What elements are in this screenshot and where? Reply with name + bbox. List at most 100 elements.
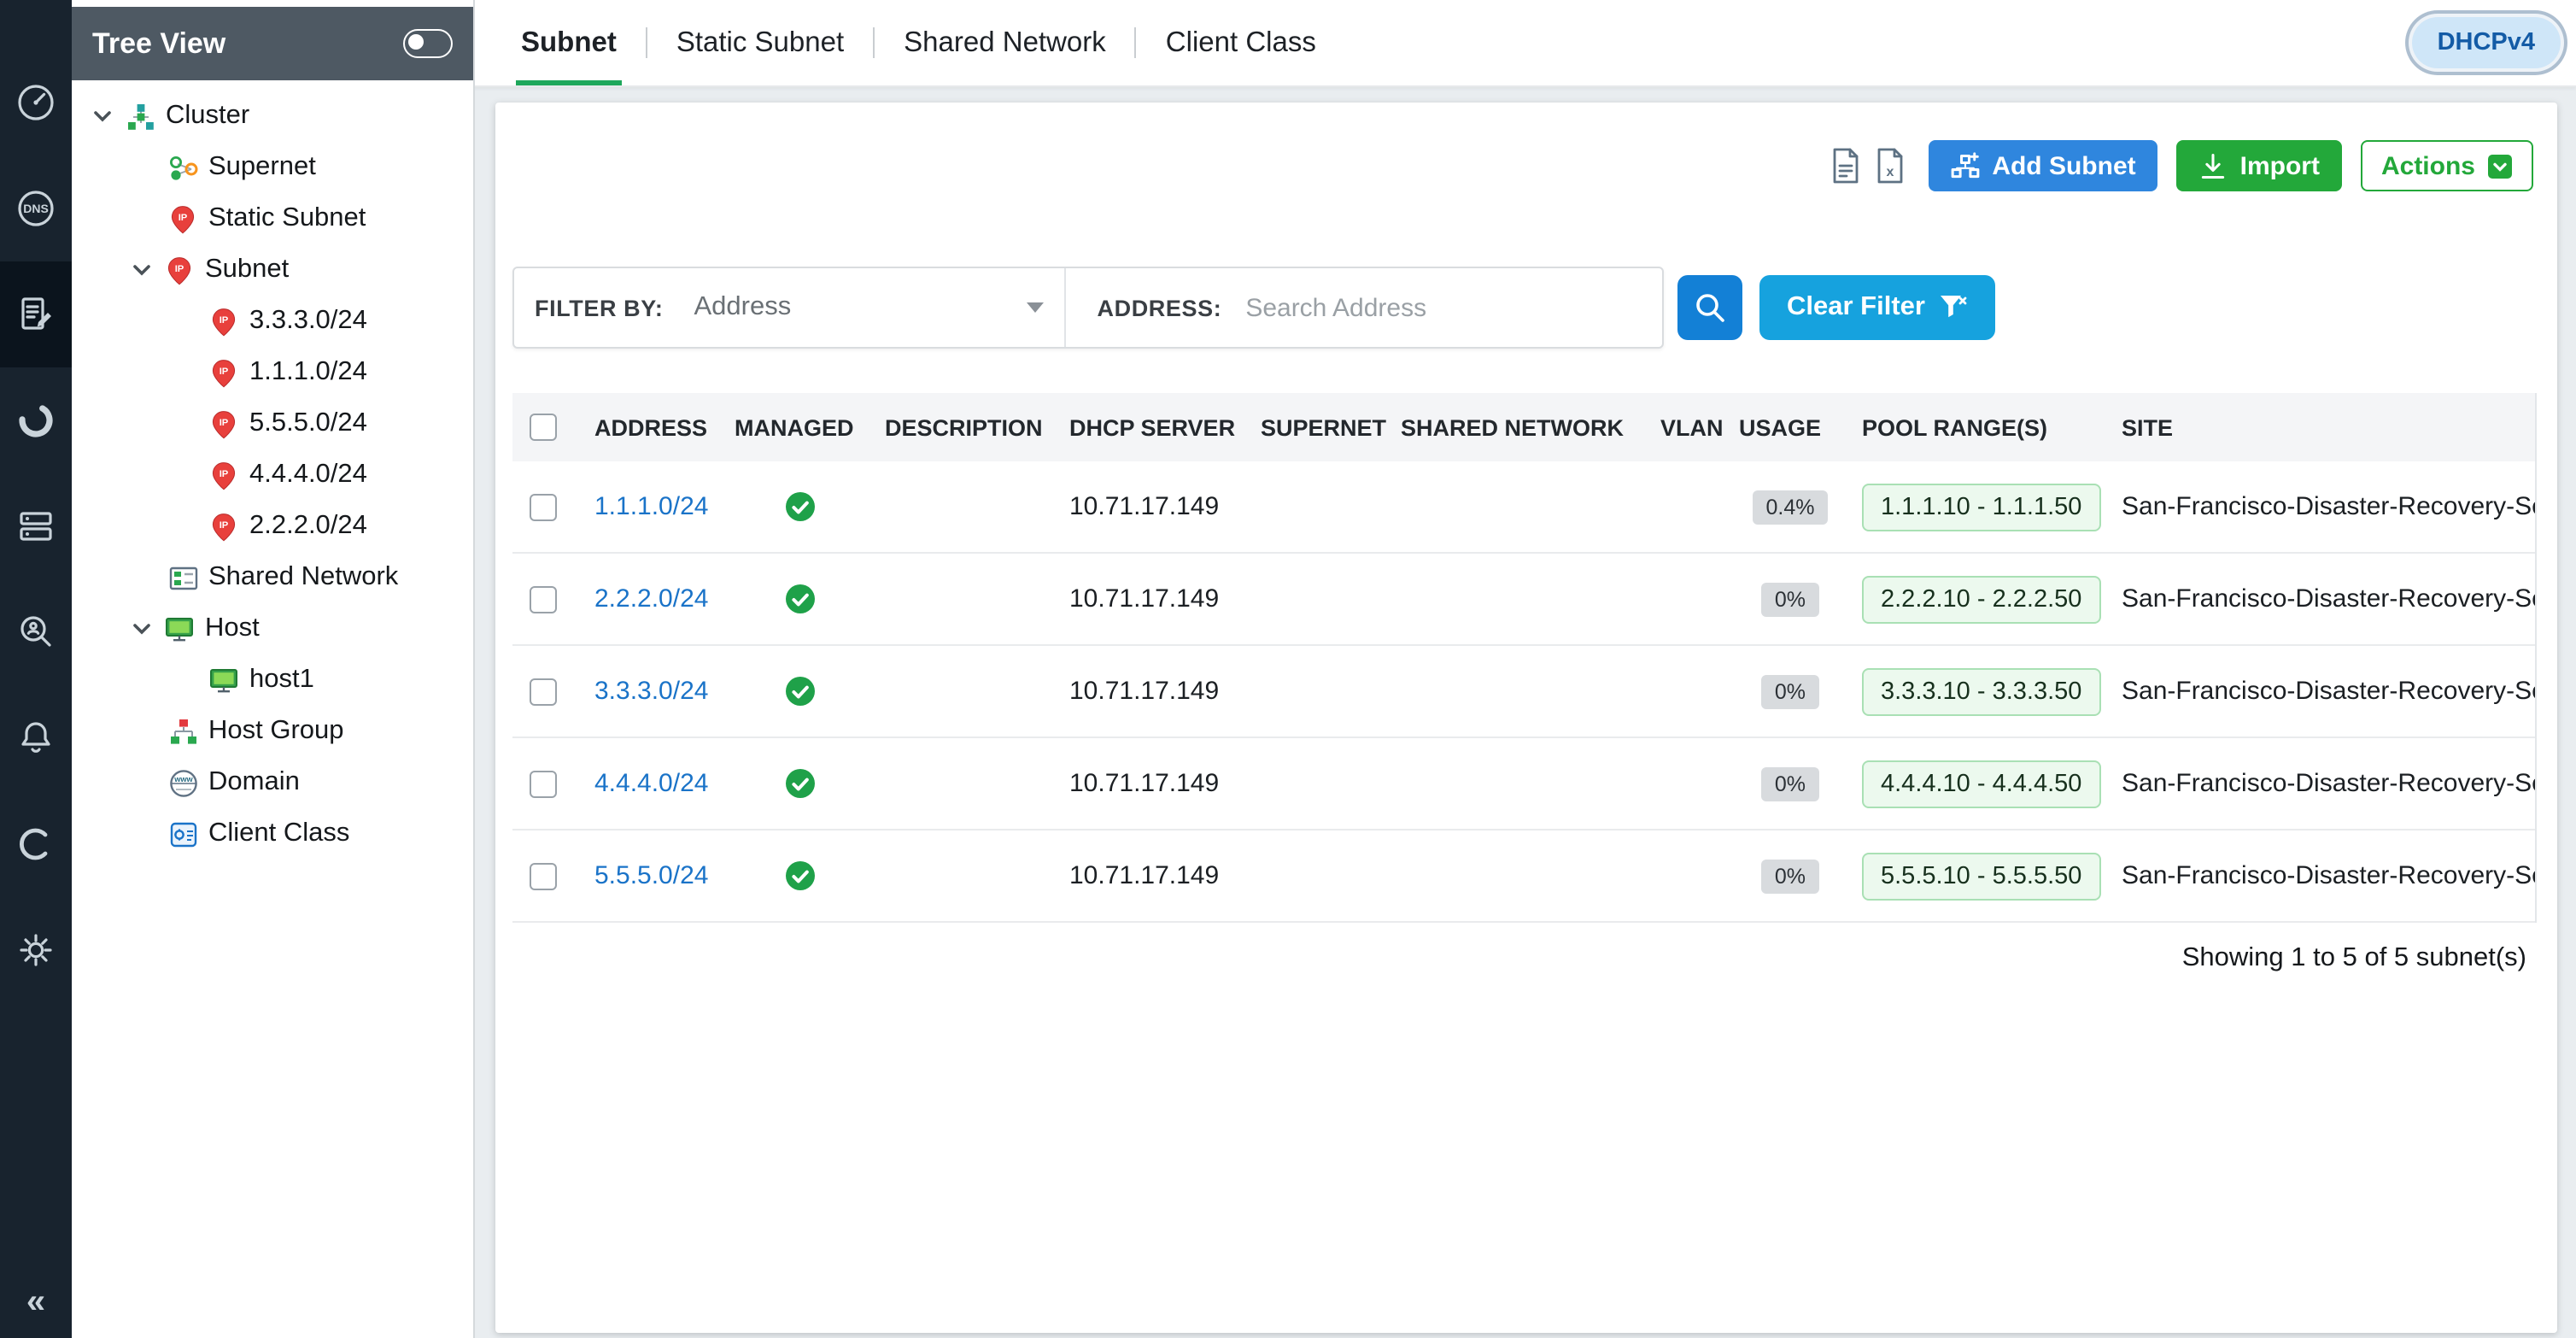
svg-text:IP: IP bbox=[220, 468, 229, 478]
column-header-managed: MANAGED bbox=[724, 414, 875, 440]
tree-item-label: 4.4.4.0/24 bbox=[249, 460, 367, 490]
tree-item-subnet-5555[interactable]: IP 5.5.5.0/24 bbox=[72, 398, 473, 449]
tree-item-label: host1 bbox=[249, 665, 314, 695]
clear-filter-button[interactable]: Clear Filter bbox=[1759, 275, 1995, 340]
column-header-address: ADDRESS bbox=[584, 414, 724, 440]
audit-search-icon[interactable] bbox=[0, 579, 72, 685]
chevron-down-icon[interactable] bbox=[128, 256, 155, 284]
reports-donut-icon[interactable] bbox=[0, 367, 72, 473]
crescent-c-icon[interactable] bbox=[0, 791, 72, 897]
dhcp-server-cell: 10.71.17.149 bbox=[1059, 584, 1250, 613]
dhcp-version-badge[interactable]: DHCPv4 bbox=[2412, 17, 2561, 68]
tree-item-label: Subnet bbox=[205, 255, 289, 285]
tab-subnet[interactable]: Subnet bbox=[499, 0, 639, 85]
subnet-address-link[interactable]: 2.2.2.0/24 bbox=[594, 584, 708, 613]
chevron-down-icon[interactable] bbox=[89, 103, 116, 130]
tree-item-label: 5.5.5.0/24 bbox=[249, 408, 367, 439]
tree-item-label: Supernet bbox=[208, 152, 316, 183]
settings-gear-icon[interactable] bbox=[0, 897, 72, 1003]
subnet-address-link[interactable]: 3.3.3.0/24 bbox=[594, 677, 708, 706]
actions-dropdown-button[interactable]: Actions bbox=[2361, 140, 2533, 191]
subnet-address-link[interactable]: 4.4.4.0/24 bbox=[594, 769, 708, 798]
tree-item-label: 1.1.1.0/24 bbox=[249, 357, 367, 388]
subnet-plus-icon bbox=[1951, 151, 1980, 180]
collapse-sidebar-icon[interactable]: « bbox=[0, 1273, 72, 1331]
tree-item-label: Domain bbox=[208, 767, 300, 798]
card-toolbar: x Add Subnet Import Actions bbox=[1830, 140, 2533, 191]
tab-static-subnet[interactable]: Static Subnet bbox=[654, 0, 866, 85]
column-header-supernet: SUPERNET bbox=[1250, 414, 1390, 440]
tree-item-label: Cluster bbox=[166, 101, 249, 132]
host-group-icon bbox=[167, 716, 198, 747]
row-checkbox[interactable] bbox=[530, 770, 557, 797]
ip-pin-icon: IP bbox=[208, 306, 239, 337]
excel-export-icon[interactable]: x bbox=[1874, 147, 1906, 185]
ip-pin-icon: IP bbox=[208, 408, 239, 439]
table-row: 1.1.1.0/24 10.71.17.149 0.4% 1.1.1.10 - … bbox=[512, 461, 2535, 554]
tree-item-cluster[interactable]: Cluster bbox=[72, 91, 473, 142]
host-monitor-icon bbox=[164, 613, 195, 644]
tree-item-subnet-3333[interactable]: IP 3.3.3.0/24 bbox=[72, 296, 473, 347]
filter-by-select[interactable]: Address bbox=[694, 268, 1067, 347]
subnet-table: ADDRESS MANAGED DESCRIPTION DHCP SERVER … bbox=[512, 393, 2537, 923]
tab-separator bbox=[873, 27, 875, 58]
svg-text:www: www bbox=[173, 774, 192, 783]
site-cell: San-Francisco-Disaster-Recovery-Second bbox=[2111, 492, 2535, 521]
tree-item-host1[interactable]: host1 bbox=[72, 654, 473, 706]
tree-item-domain[interactable]: www Domain bbox=[72, 757, 473, 808]
search-button[interactable] bbox=[1677, 275, 1742, 340]
server-stack-icon[interactable] bbox=[0, 473, 72, 579]
column-header-dhcp-server: DHCP SERVER bbox=[1059, 414, 1250, 440]
chevron-down-icon bbox=[1027, 302, 1045, 313]
dhcp-server-cell: 10.71.17.149 bbox=[1059, 861, 1250, 890]
subnet-address-link[interactable]: 1.1.1.0/24 bbox=[594, 492, 708, 521]
tree-panel: Tree View Cluster Supernet IP Static Sub… bbox=[72, 0, 475, 1338]
subnet-address-link[interactable]: 5.5.5.0/24 bbox=[594, 861, 708, 890]
tab-client-class[interactable]: Client Class bbox=[1144, 0, 1338, 85]
tree-item-host[interactable]: Host bbox=[72, 603, 473, 654]
tree-item-subnet-1111[interactable]: IP 1.1.1.0/24 bbox=[72, 347, 473, 398]
dashboard-icon[interactable] bbox=[0, 50, 72, 156]
tree-panel-header: Tree View bbox=[72, 7, 473, 80]
top-tab-bar: Subnet Static Subnet Shared Network Clie… bbox=[473, 0, 2576, 87]
row-checkbox[interactable] bbox=[530, 585, 557, 613]
table-row: 2.2.2.0/24 10.71.17.149 0% 2.2.2.10 - 2.… bbox=[512, 554, 2535, 646]
row-checkbox[interactable] bbox=[530, 493, 557, 520]
svg-text:IP: IP bbox=[179, 212, 188, 222]
tree-panel-title: Tree View bbox=[92, 26, 225, 61]
tree-item-client-class[interactable]: Client Class bbox=[72, 808, 473, 860]
tree-item-subnet[interactable]: IP Subnet bbox=[72, 244, 473, 296]
managed-check-icon bbox=[785, 769, 814, 798]
tree-view-toggle[interactable] bbox=[403, 29, 453, 58]
usage-badge: 0% bbox=[1761, 766, 1819, 801]
chevron-down-icon[interactable] bbox=[128, 615, 155, 643]
www-globe-icon: www bbox=[167, 767, 198, 798]
select-all-checkbox[interactable] bbox=[530, 414, 557, 441]
import-button[interactable]: Import bbox=[2177, 140, 2342, 191]
tree-item-static-subnet[interactable]: IP Static Subnet bbox=[72, 193, 473, 244]
tree-item-label: Shared Network bbox=[208, 562, 398, 593]
usage-badge: 0.4% bbox=[1753, 490, 1829, 524]
tree-item-label: Static Subnet bbox=[208, 203, 366, 234]
tree-item-subnet-4444[interactable]: IP 4.4.4.0/24 bbox=[72, 449, 473, 501]
ipam-document-pencil-icon[interactable] bbox=[0, 261, 72, 367]
pool-range-badge: 3.3.3.10 - 3.3.3.50 bbox=[1862, 667, 2100, 715]
row-checkbox[interactable] bbox=[530, 862, 557, 889]
app-root: DNS « bbox=[0, 0, 2576, 1338]
add-subnet-button[interactable]: Add Subnet bbox=[1929, 140, 2157, 191]
pdf-export-icon[interactable] bbox=[1830, 147, 1862, 185]
table-row: 4.4.4.0/24 10.71.17.149 0% 4.4.4.10 - 4.… bbox=[512, 738, 2535, 830]
cluster-icon bbox=[125, 101, 155, 132]
tree-item-host-group[interactable]: Host Group bbox=[72, 706, 473, 757]
tree-item-subnet-2222[interactable]: IP 2.2.2.0/24 bbox=[72, 501, 473, 552]
tree-item-supernet[interactable]: Supernet bbox=[72, 142, 473, 193]
tree-item-shared-network[interactable]: Shared Network bbox=[72, 552, 473, 603]
address-label: ADDRESS: bbox=[1098, 295, 1222, 320]
svg-text:IP: IP bbox=[220, 314, 229, 325]
left-nav-rail: DNS « bbox=[0, 0, 72, 1338]
notifications-bell-icon[interactable] bbox=[0, 685, 72, 791]
dns-globe-icon[interactable]: DNS bbox=[0, 156, 72, 261]
tab-shared-network[interactable]: Shared Network bbox=[881, 0, 1128, 85]
row-checkbox[interactable] bbox=[530, 678, 557, 705]
search-address-input[interactable] bbox=[1242, 291, 1662, 324]
